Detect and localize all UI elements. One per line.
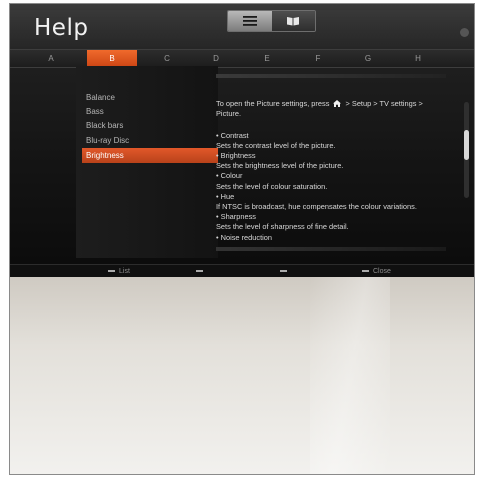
topic-item-brightness[interactable]: Brightness <box>82 148 218 163</box>
list-button[interactable]: List <box>108 265 130 277</box>
book-view-toggle[interactable] <box>271 11 315 31</box>
content-line: • Contrast <box>216 131 249 140</box>
color-key-2[interactable] <box>196 265 207 277</box>
dash-icon <box>108 270 115 273</box>
faded-text-top <box>216 74 446 78</box>
alphabet-letter-a[interactable]: A <box>26 50 76 67</box>
color-key-3[interactable] <box>280 265 291 277</box>
content-line: • Colour <box>216 171 243 180</box>
tv-screen: Help A B C D E F G H Balance Bass Black … <box>10 4 474 277</box>
topic-item-bass[interactable]: Bass <box>86 104 218 119</box>
topic-item-balance[interactable]: Balance <box>86 90 218 105</box>
help-content: To open the Picture settings, press > Se… <box>216 66 462 258</box>
list-icon <box>242 16 257 26</box>
dash-icon <box>196 270 203 273</box>
alphabet-letter-f[interactable]: F <box>293 50 343 67</box>
alphabet-letter-h[interactable]: H <box>393 50 443 67</box>
alphabet-letter-c[interactable]: C <box>142 50 192 67</box>
content-line: • Brightness <box>216 151 256 160</box>
content-line: • Hue <box>216 192 235 201</box>
list-view-toggle[interactable] <box>228 11 272 31</box>
content-line: • Noise reduction <box>216 233 272 242</box>
content-line: Sets the contrast level of the picture. <box>216 141 336 150</box>
screen-reflection <box>10 277 474 474</box>
faded-text-bottom <box>216 247 446 251</box>
content-line: • Sharpness <box>216 212 256 221</box>
tv-frame: Help A B C D E F G H Balance Bass Black … <box>9 3 475 475</box>
alphabet-letter-g[interactable]: G <box>343 50 393 67</box>
alphabet-letter-b[interactable]: B <box>87 50 137 67</box>
indicator-dot <box>460 28 469 37</box>
footer-bar: List Close <box>10 264 474 277</box>
content-line: If NTSC is broadcast, hue compensates th… <box>216 202 417 211</box>
page-title: Help <box>34 15 89 41</box>
content-line: Sets the level of colour saturation. <box>216 182 328 191</box>
home-icon <box>333 100 342 110</box>
content-line: Sets the brightness level of the picture… <box>216 161 344 170</box>
scrollbar-thumb[interactable] <box>464 130 469 160</box>
alphabet-letter-d[interactable]: D <box>191 50 241 67</box>
view-toggle[interactable] <box>227 10 316 32</box>
book-icon <box>287 17 300 26</box>
intro-line-2: Picture. <box>216 109 242 118</box>
topic-item-black-bars[interactable]: Black bars <box>86 118 218 133</box>
topic-list: Balance Bass Black bars Blu-ray Disc Bri… <box>76 66 218 258</box>
content-line: Sets the level of sharpness of fine deta… <box>216 222 349 231</box>
alphabet-letter-e[interactable]: E <box>242 50 292 67</box>
topic-item-blu-ray-disc[interactable]: Blu-ray Disc <box>86 133 218 148</box>
close-button[interactable]: Close <box>362 265 391 277</box>
dash-icon <box>280 270 287 273</box>
dash-icon <box>362 270 369 273</box>
intro-line: To open the Picture settings, press > Se… <box>216 99 423 110</box>
